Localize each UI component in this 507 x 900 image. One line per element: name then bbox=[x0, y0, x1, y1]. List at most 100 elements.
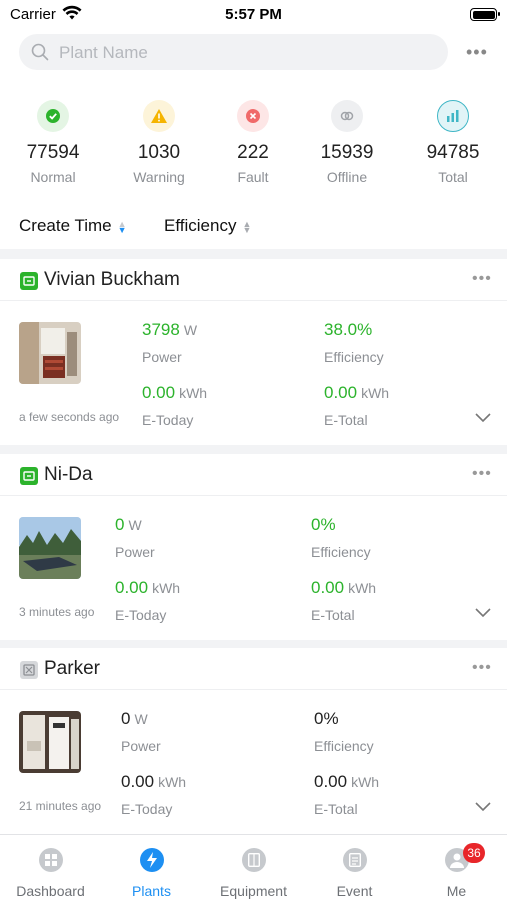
plant-name: Vivian Buckham bbox=[44, 269, 180, 290]
plants-bolt-icon bbox=[139, 848, 164, 872]
stat-offline[interactable]: 15939 Offline bbox=[302, 100, 392, 185]
tab-me[interactable]: 36 Me bbox=[406, 835, 507, 900]
plant-card[interactable]: Parker ••• 21 minutes ago 0W Power 0% Ef… bbox=[0, 648, 507, 834]
stat-warning[interactable]: 1030 Warning bbox=[114, 100, 204, 185]
tab-event-label: Event bbox=[336, 883, 373, 899]
search-input[interactable]: Plant Name bbox=[59, 43, 148, 63]
plant-name: Parker bbox=[44, 658, 100, 679]
plant-more-icon[interactable]: ••• bbox=[472, 659, 492, 677]
warning-triangle-icon bbox=[143, 100, 175, 132]
chevron-down-icon[interactable] bbox=[474, 800, 492, 818]
tab-equipment[interactable]: Equipment bbox=[203, 835, 304, 900]
tab-plants[interactable]: Plants bbox=[101, 835, 202, 900]
dashboard-icon bbox=[38, 848, 63, 872]
plant-updated-time: 21 minutes ago bbox=[19, 799, 102, 813]
e-today-unit: kWh bbox=[179, 385, 208, 401]
search-bar[interactable]: Plant Name bbox=[19, 34, 448, 70]
power-metric: 3798 W Power bbox=[142, 320, 197, 365]
e-today-value: 0.00 bbox=[121, 772, 155, 791]
power-metric: 0W Power bbox=[121, 709, 161, 754]
e-today-value: 0.00 bbox=[142, 383, 176, 402]
e-total-unit: kWh bbox=[348, 580, 377, 596]
power-label: Power bbox=[121, 738, 161, 754]
tab-event[interactable]: Event bbox=[304, 835, 405, 900]
sort-arrows-icon: ▲ ▼ bbox=[117, 218, 127, 235]
efficiency-label: Efficiency bbox=[324, 349, 384, 365]
header: Plant Name ••• 77594 Normal 1030 Warning… bbox=[0, 28, 507, 249]
power-value: 0 bbox=[115, 515, 125, 534]
e-total-value: 0.00 bbox=[311, 578, 345, 597]
stat-normal-count: 77594 bbox=[26, 142, 80, 163]
plant-more-icon[interactable]: ••• bbox=[472, 465, 492, 483]
e-total-label: E-Total bbox=[324, 412, 368, 428]
e-today-value: 0.00 bbox=[115, 578, 149, 597]
tab-bar: Dashboard Plants Equipment Event 36 Me bbox=[0, 834, 507, 900]
e-today-label: E-Today bbox=[115, 607, 167, 623]
sort-efficiency-label: Efficiency bbox=[164, 216, 237, 235]
clock: 5:57 PM bbox=[225, 6, 282, 23]
efficiency-value: 38.0% bbox=[324, 320, 373, 339]
sort-arrows-icon: ▲ ▼ bbox=[242, 218, 252, 235]
notification-count-badge: 36 bbox=[463, 843, 485, 863]
sort-bar: Create Time ▲ ▼ Efficiency ▲ ▼ bbox=[0, 216, 507, 242]
bar-chart-icon bbox=[437, 100, 469, 132]
e-today-metric: 0.00 kWh E-Today bbox=[142, 383, 207, 428]
plant-title-row: Ni-Da ••• bbox=[0, 454, 507, 496]
stat-normal[interactable]: 77594 Normal bbox=[8, 100, 98, 185]
plant-updated-time: a few seconds ago bbox=[19, 410, 120, 424]
e-today-metric: 0.00 kWh E-Today bbox=[115, 578, 180, 623]
efficiency-metric: 0% Efficiency bbox=[314, 709, 374, 754]
stat-normal-label: Normal bbox=[30, 169, 76, 185]
efficiency-metric: 38.0% Efficiency bbox=[324, 320, 384, 365]
more-options-icon[interactable]: ••• bbox=[466, 42, 488, 63]
plant-title-row: Parker ••• bbox=[0, 648, 507, 690]
power-value: 3798 bbox=[142, 320, 180, 339]
plant-card[interactable]: Ni-Da ••• 3 minutes ago 0W Power 0% Effi… bbox=[0, 454, 507, 640]
offline-link-icon bbox=[331, 100, 363, 132]
tab-me-label: Me bbox=[446, 883, 467, 899]
check-circle-icon bbox=[37, 100, 69, 132]
stat-total-label: Total bbox=[438, 169, 468, 185]
efficiency-value: 0% bbox=[314, 709, 339, 728]
e-today-unit: kWh bbox=[152, 580, 181, 596]
e-total-metric: 0.00 kWh E-Total bbox=[324, 383, 389, 428]
plant-photo bbox=[19, 517, 81, 579]
stat-fault[interactable]: 222 Fault bbox=[208, 100, 298, 185]
power-label: Power bbox=[115, 544, 155, 560]
sort-create-time[interactable]: Create Time ▲ ▼ bbox=[19, 216, 127, 236]
status-normal-icon bbox=[20, 467, 38, 485]
search-icon bbox=[31, 43, 49, 66]
efficiency-label: Efficiency bbox=[311, 544, 371, 560]
stat-offline-count: 15939 bbox=[320, 142, 374, 163]
status-summary: 77594 Normal 1030 Warning 222 Fault 1593… bbox=[0, 100, 507, 200]
e-total-value: 0.00 bbox=[324, 383, 358, 402]
plant-photo bbox=[19, 322, 81, 384]
battery-icon bbox=[470, 8, 500, 21]
power-unit: W bbox=[134, 711, 148, 727]
efficiency-value: 0% bbox=[311, 515, 336, 534]
tab-plants-label: Plants bbox=[132, 883, 171, 899]
stat-fault-count: 222 bbox=[237, 142, 269, 163]
stat-total[interactable]: 94785 Total bbox=[408, 100, 498, 185]
stat-offline-label: Offline bbox=[326, 169, 368, 185]
e-total-metric: 0.00 kWh E-Total bbox=[314, 772, 379, 817]
status-normal-icon bbox=[20, 272, 38, 290]
sort-create-time-label: Create Time bbox=[19, 216, 112, 235]
efficiency-label: Efficiency bbox=[314, 738, 374, 754]
e-total-label: E-Total bbox=[311, 607, 355, 623]
power-label: Power bbox=[142, 349, 182, 365]
chevron-down-icon[interactable] bbox=[474, 411, 492, 429]
e-today-label: E-Today bbox=[142, 412, 194, 428]
tab-equipment-label: Equipment bbox=[220, 883, 287, 899]
plant-name: Ni-Da bbox=[44, 464, 93, 485]
plant-card[interactable]: Vivian Buckham ••• a few seconds ago 379… bbox=[0, 259, 507, 445]
stat-fault-label: Fault bbox=[237, 169, 269, 185]
equipment-icon bbox=[241, 848, 266, 872]
chevron-down-icon[interactable] bbox=[474, 606, 492, 624]
plant-photo bbox=[19, 711, 81, 773]
tab-dashboard[interactable]: Dashboard bbox=[0, 835, 101, 900]
e-total-value: 0.00 bbox=[314, 772, 348, 791]
e-total-unit: kWh bbox=[351, 774, 380, 790]
sort-efficiency[interactable]: Efficiency ▲ ▼ bbox=[164, 216, 251, 236]
plant-more-icon[interactable]: ••• bbox=[472, 270, 492, 288]
